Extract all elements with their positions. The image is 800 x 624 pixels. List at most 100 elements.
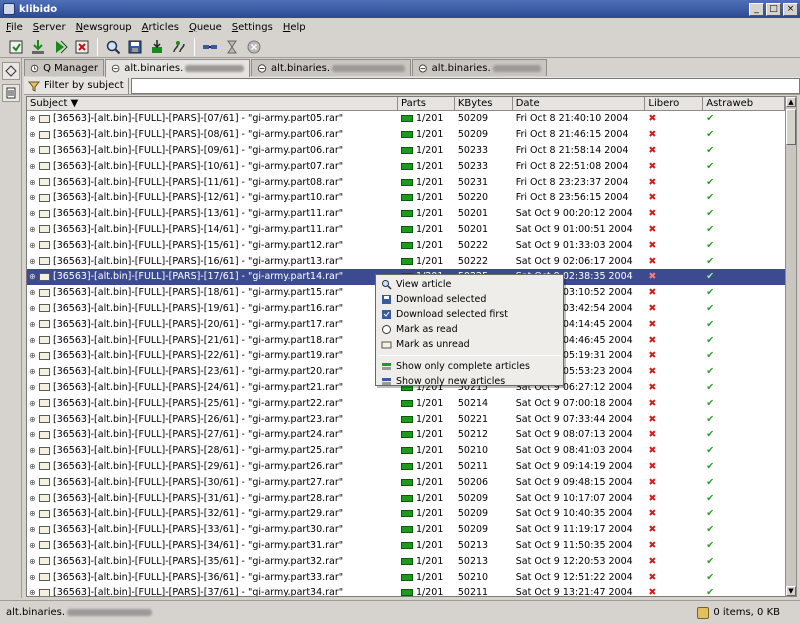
expand-icon[interactable]: ⊕ bbox=[29, 415, 39, 424]
vertical-scrollbar[interactable]: ▲ ▼ bbox=[785, 96, 797, 597]
table-row[interactable]: ⊕ [36563]-[alt.bin]-[FULL]-[PARS]-[16/61]… bbox=[27, 253, 785, 269]
stop-icon[interactable] bbox=[244, 37, 264, 57]
expand-icon[interactable]: ⊕ bbox=[29, 288, 39, 297]
table-row[interactable]: ⊕ [36563]-[alt.bin]-[FULL]-[PARS]-[35/61]… bbox=[27, 553, 785, 569]
table-row[interactable]: ⊕ [36563]-[alt.bin]-[FULL]-[PARS]-[32/61]… bbox=[27, 506, 785, 522]
expand-icon[interactable]: ⊕ bbox=[29, 193, 39, 202]
table-row[interactable]: ⊕ [36563]-[alt.bin]-[FULL]-[PARS]-[31/61]… bbox=[27, 490, 785, 506]
expand-icon[interactable]: ⊕ bbox=[29, 557, 39, 566]
table-row[interactable]: ⊕ [36563]-[alt.bin]-[FULL]-[PARS]-[25/61]… bbox=[27, 395, 785, 411]
connect-servers-icon[interactable] bbox=[200, 37, 220, 57]
expand-icon[interactable]: ⊕ bbox=[29, 225, 39, 234]
filter-subject-input[interactable] bbox=[130, 77, 800, 94]
groups-panel-icon[interactable] bbox=[2, 84, 20, 102]
table-row[interactable]: ⊕ [36563]-[alt.bin]-[FULL]-[PARS]-[26/61]… bbox=[27, 411, 785, 427]
expand-icon[interactable]: ⊕ bbox=[29, 320, 39, 329]
menu-item-download-selected[interactable]: Download selected bbox=[376, 292, 563, 307]
menu-help[interactable]: Help bbox=[283, 22, 306, 33]
menu-articles[interactable]: Articles bbox=[142, 22, 179, 33]
expand-icon[interactable]: ⊕ bbox=[29, 178, 39, 187]
menu-item-show-only-complete-articles[interactable]: Show only complete articles bbox=[376, 359, 563, 374]
table-row[interactable]: ⊕ [36563]-[alt.bin]-[FULL]-[PARS]-[30/61]… bbox=[27, 474, 785, 490]
expand-icon[interactable]: ⊕ bbox=[29, 114, 39, 123]
unavailable-icon: ✖ bbox=[648, 445, 657, 457]
expand-icon[interactable]: ⊕ bbox=[29, 446, 39, 455]
menu-item-show-only-new-articles[interactable]: Show only new articles bbox=[376, 374, 563, 389]
post-icon[interactable] bbox=[169, 37, 189, 57]
expand-icon[interactable]: ⊕ bbox=[29, 241, 39, 250]
tab-group-2[interactable]: alt.binaries. bbox=[251, 59, 411, 76]
maximize-button[interactable]: □ bbox=[766, 2, 781, 16]
menu-file[interactable]: File bbox=[6, 22, 23, 33]
table-row[interactable]: ⊕ [36563]-[alt.bin]-[FULL]-[PARS]-[10/61]… bbox=[27, 158, 785, 174]
table-row[interactable]: ⊕ [36563]-[alt.bin]-[FULL]-[PARS]-[27/61]… bbox=[27, 427, 785, 443]
download-all-icon[interactable] bbox=[50, 37, 70, 57]
table-row[interactable]: ⊕ [36563]-[alt.bin]-[FULL]-[PARS]-[08/61]… bbox=[27, 127, 785, 143]
menu-item-view-article[interactable]: View article bbox=[376, 277, 563, 292]
table-row[interactable]: ⊕ [36563]-[alt.bin]-[FULL]-[PARS]-[13/61]… bbox=[27, 206, 785, 222]
column-header-parts[interactable]: Parts bbox=[398, 97, 455, 111]
table-row[interactable]: ⊕ [36563]-[alt.bin]-[FULL]-[PARS]-[09/61]… bbox=[27, 143, 785, 159]
expand-icon[interactable]: ⊕ bbox=[29, 367, 39, 376]
menu-newsgroup[interactable]: Newsgroup bbox=[76, 22, 132, 33]
download-icon[interactable] bbox=[28, 37, 48, 57]
expand-icon[interactable]: ⊕ bbox=[29, 573, 39, 582]
expand-icon[interactable]: ⊕ bbox=[29, 351, 39, 360]
table-row[interactable]: ⊕ [36563]-[alt.bin]-[FULL]-[PARS]-[15/61]… bbox=[27, 237, 785, 253]
menu-server[interactable]: Server bbox=[33, 22, 66, 33]
tab-q-manager[interactable]: Q Manager bbox=[24, 59, 104, 76]
hourglass-icon[interactable] bbox=[222, 37, 242, 57]
table-row[interactable]: ⊕ [36563]-[alt.bin]-[FULL]-[PARS]-[07/61]… bbox=[27, 111, 785, 127]
table-row[interactable]: ⊕ [36563]-[alt.bin]-[FULL]-[PARS]-[11/61]… bbox=[27, 174, 785, 190]
column-header-kbytes[interactable]: KBytes bbox=[455, 97, 513, 111]
expand-icon[interactable]: ⊕ bbox=[29, 257, 39, 266]
table-row[interactable]: ⊕ [36563]-[alt.bin]-[FULL]-[PARS]-[37/61]… bbox=[27, 585, 785, 596]
expand-icon[interactable]: ⊕ bbox=[29, 494, 39, 503]
table-row[interactable]: ⊕ [36563]-[alt.bin]-[FULL]-[PARS]-[14/61]… bbox=[27, 222, 785, 238]
table-row[interactable]: ⊕ [36563]-[alt.bin]-[FULL]-[PARS]-[12/61]… bbox=[27, 190, 785, 206]
connect-icon[interactable] bbox=[6, 37, 26, 57]
menu-item-mark-as-unread[interactable]: Mark as unread bbox=[376, 337, 563, 352]
tab-group-1[interactable]: alt.binaries. bbox=[105, 59, 250, 77]
scroll-down-arrow[interactable]: ▼ bbox=[786, 586, 796, 596]
expand-icon[interactable]: ⊕ bbox=[29, 383, 39, 392]
table-row[interactable]: ⊕ [36563]-[alt.bin]-[FULL]-[PARS]-[36/61]… bbox=[27, 569, 785, 585]
menu-item-download-selected-first[interactable]: Download selected first bbox=[376, 307, 563, 322]
expand-icon[interactable]: ⊕ bbox=[29, 525, 39, 534]
minimize-button[interactable]: _ bbox=[749, 2, 764, 16]
remove-icon[interactable] bbox=[72, 37, 92, 57]
expand-icon[interactable]: ⊕ bbox=[29, 478, 39, 487]
save-icon[interactable] bbox=[125, 37, 145, 57]
column-header-date[interactable]: Date bbox=[513, 97, 646, 111]
expand-icon[interactable]: ⊕ bbox=[29, 272, 39, 281]
table-row[interactable]: ⊕ [36563]-[alt.bin]-[FULL]-[PARS]-[28/61]… bbox=[27, 443, 785, 459]
servers-panel-icon[interactable] bbox=[2, 62, 20, 80]
table-row[interactable]: ⊕ [36563]-[alt.bin]-[FULL]-[PARS]-[34/61]… bbox=[27, 538, 785, 554]
menu-queue[interactable]: Queue bbox=[189, 22, 222, 33]
column-header-subject[interactable]: Subject ▼ bbox=[27, 97, 398, 111]
decode-icon[interactable] bbox=[147, 37, 167, 57]
expand-icon[interactable]: ⊕ bbox=[29, 304, 39, 313]
expand-icon[interactable]: ⊕ bbox=[29, 162, 39, 171]
expand-icon[interactable]: ⊕ bbox=[29, 146, 39, 155]
expand-icon[interactable]: ⊕ bbox=[29, 509, 39, 518]
scroll-thumb[interactable] bbox=[786, 109, 796, 145]
expand-icon[interactable]: ⊕ bbox=[29, 430, 39, 439]
expand-icon[interactable]: ⊕ bbox=[29, 209, 39, 218]
expand-icon[interactable]: ⊕ bbox=[29, 462, 39, 471]
table-row[interactable]: ⊕ [36563]-[alt.bin]-[FULL]-[PARS]-[33/61]… bbox=[27, 522, 785, 538]
table-row[interactable]: ⊕ [36563]-[alt.bin]-[FULL]-[PARS]-[29/61]… bbox=[27, 459, 785, 475]
expand-icon[interactable]: ⊕ bbox=[29, 399, 39, 408]
column-header-astraweb[interactable]: Astraweb bbox=[703, 97, 785, 111]
tab-group-3[interactable]: alt.binaries. bbox=[412, 59, 547, 76]
close-window-button[interactable]: × bbox=[783, 2, 798, 16]
menu-item-mark-as-read[interactable]: Mark as read bbox=[376, 322, 563, 337]
expand-icon[interactable]: ⊕ bbox=[29, 588, 39, 596]
view-icon[interactable] bbox=[103, 37, 123, 57]
scroll-up-arrow[interactable]: ▲ bbox=[786, 97, 796, 107]
expand-icon[interactable]: ⊕ bbox=[29, 541, 39, 550]
menu-settings[interactable]: Settings bbox=[232, 22, 273, 33]
column-header-libero[interactable]: Libero bbox=[645, 97, 704, 111]
expand-icon[interactable]: ⊕ bbox=[29, 336, 39, 345]
expand-icon[interactable]: ⊕ bbox=[29, 130, 39, 139]
